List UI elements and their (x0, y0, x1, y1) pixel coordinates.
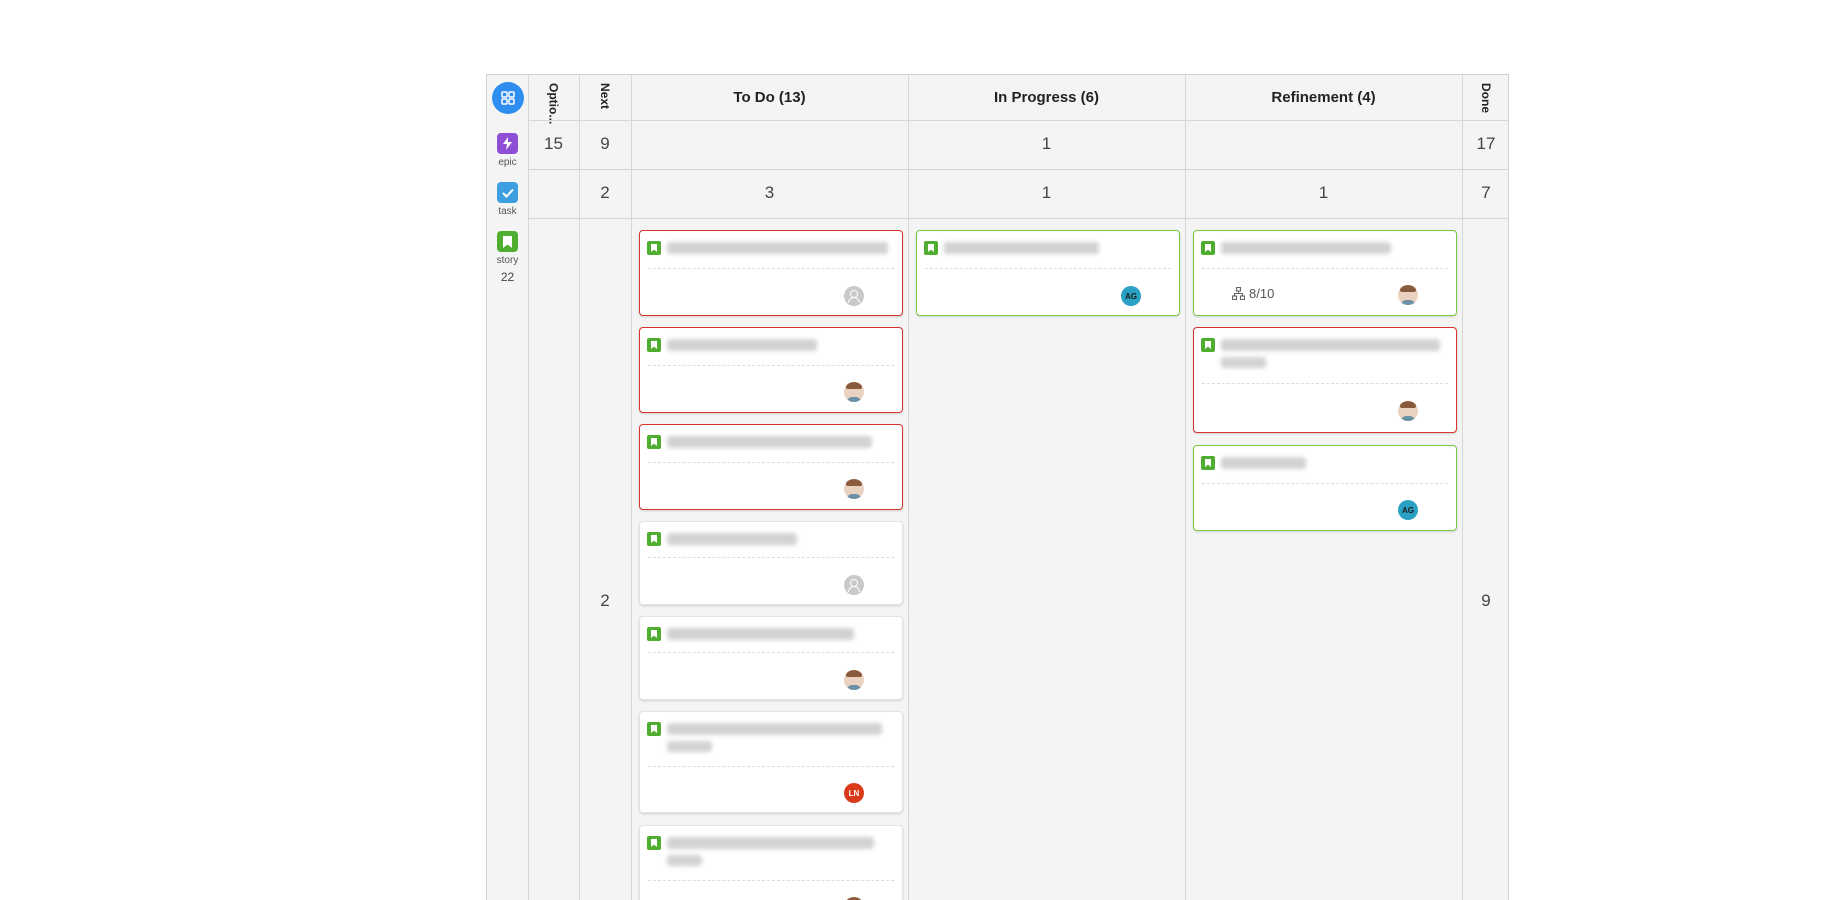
avatar[interactable] (1398, 285, 1418, 305)
card-title-redacted (667, 628, 854, 640)
bookmark-icon (647, 532, 661, 546)
card-todo-3[interactable] (639, 424, 903, 510)
column-header-done[interactable]: Done (1462, 75, 1508, 120)
subtask-progress: 8/10 (1232, 286, 1274, 301)
header-corner (487, 75, 528, 120)
avatar-initials[interactable]: AG (1398, 500, 1418, 520)
bookmark-icon (647, 722, 661, 736)
bookmark-icon (1201, 241, 1215, 255)
avatar-unassigned[interactable] (844, 575, 864, 595)
count-task-inprogress[interactable]: 1 (908, 183, 1185, 203)
avatar-initials[interactable]: AG (1121, 286, 1141, 306)
bookmark-icon (647, 338, 661, 352)
count-epic-next[interactable]: 9 (579, 134, 631, 154)
checkmark-icon (497, 182, 518, 203)
card-title-redacted (667, 533, 797, 545)
count-epic-inprogress[interactable]: 1 (908, 134, 1185, 154)
card-inprogress-1[interactable]: AG (916, 230, 1180, 316)
avatar-initials[interactable]: LN (844, 783, 864, 803)
card-refinement-1[interactable]: 8/10 (1193, 230, 1457, 316)
column-header-next[interactable]: Next (579, 75, 631, 120)
count-story-next[interactable]: 2 (579, 591, 631, 611)
bookmark-icon (1201, 456, 1215, 470)
bookmark-icon (647, 627, 661, 641)
card-title-redacted (667, 837, 874, 849)
card-todo-6[interactable]: LN (639, 711, 903, 813)
hierarchy-icon (1232, 287, 1245, 300)
card-refinement-2[interactable] (1193, 327, 1457, 433)
bookmark-icon (497, 231, 518, 252)
count-story-done[interactable]: 9 (1462, 591, 1508, 611)
subtask-progress-text: 8/10 (1249, 286, 1275, 301)
card-title-redacted (667, 339, 817, 351)
avatar[interactable] (844, 479, 864, 499)
grid-icon[interactable] (491, 81, 524, 114)
card-title-redacted (1221, 457, 1306, 469)
card-todo-4[interactable] (639, 521, 903, 605)
card-title-redacted-line2 (667, 741, 712, 752)
bookmark-icon (1201, 338, 1215, 352)
bookmark-icon (647, 241, 661, 255)
column-header-todo[interactable]: To Do (13) (631, 75, 908, 120)
count-task-next[interactable]: 2 (579, 183, 631, 203)
count-task-todo[interactable]: 3 (631, 183, 908, 203)
card-title-redacted (1221, 339, 1440, 351)
lightning-icon (497, 133, 518, 154)
card-title-redacted (667, 723, 882, 735)
column-header-inprogress[interactable]: In Progress (6) (908, 75, 1185, 120)
bookmark-icon (924, 241, 938, 255)
kanban-board: Optio... Next To Do (13) In Progress (6)… (486, 74, 1509, 900)
row-count-story: 22 (500, 270, 515, 284)
row-header-epic[interactable]: epic (487, 133, 528, 168)
card-refinement-3[interactable]: AG (1193, 445, 1457, 531)
row-label-epic: epic (498, 157, 517, 168)
avatar[interactable] (1398, 401, 1418, 421)
column-header-refinement[interactable]: Refinement (4) (1185, 75, 1462, 120)
column-header-options[interactable]: Optio... (528, 75, 579, 124)
avatar[interactable] (844, 382, 864, 402)
count-epic-options[interactable]: 15 (528, 134, 579, 154)
card-title-redacted-line2 (667, 855, 702, 866)
count-task-refinement[interactable]: 1 (1185, 183, 1462, 203)
card-title-redacted (1221, 242, 1391, 254)
card-todo-5[interactable] (639, 616, 903, 700)
count-epic-done[interactable]: 17 (1462, 134, 1508, 154)
card-todo-2[interactable] (639, 327, 903, 413)
card-title-redacted (667, 436, 872, 448)
count-task-done[interactable]: 7 (1462, 183, 1508, 203)
row-header-story[interactable]: story 22 (487, 231, 528, 284)
row-label-task: task (498, 206, 517, 217)
row-header-task[interactable]: task (487, 182, 528, 217)
avatar-unassigned[interactable] (844, 286, 864, 306)
avatar[interactable] (844, 670, 864, 690)
card-title-redacted (667, 242, 888, 254)
card-title-redacted-line2 (1221, 357, 1266, 368)
card-title-redacted (944, 242, 1099, 254)
card-todo-1[interactable] (639, 230, 903, 316)
card-todo-7[interactable] (639, 825, 903, 900)
bookmark-icon (647, 435, 661, 449)
bookmark-icon (647, 836, 661, 850)
row-label-story: story (496, 255, 519, 266)
